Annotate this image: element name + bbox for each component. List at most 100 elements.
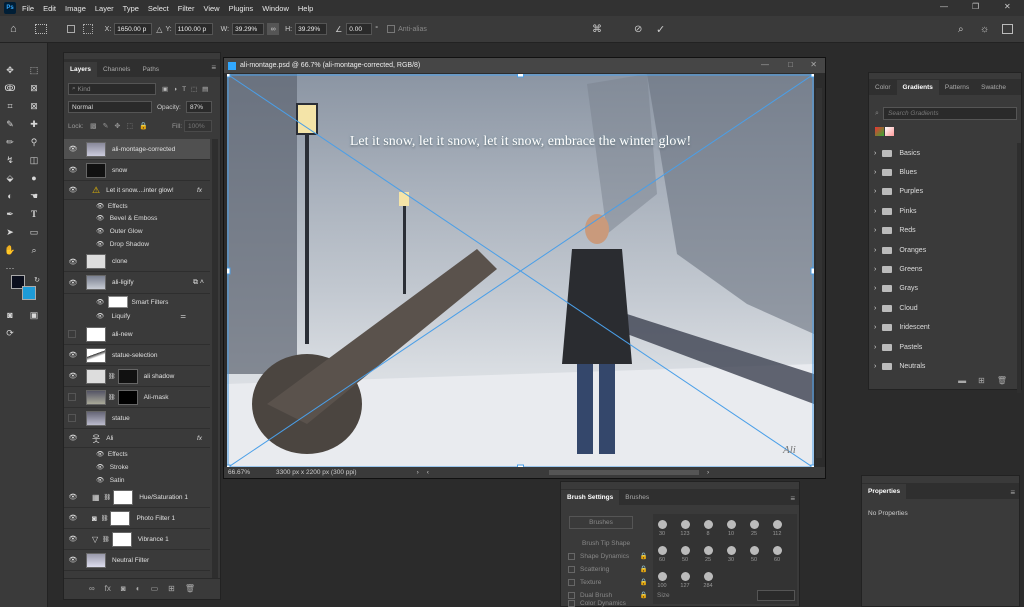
smart-filters-row[interactable]: 👁 Smart Filters	[96, 296, 168, 308]
brush-option[interactable]: Texture 🔒	[568, 576, 648, 588]
mask-thumbnail[interactable]	[111, 531, 132, 547]
mask-thumbnail[interactable]	[110, 510, 131, 526]
properties-menu-icon[interactable]: ≡	[1010, 488, 1015, 497]
brush-preset[interactable]: 25	[744, 513, 764, 537]
transform-handle[interactable]	[810, 74, 814, 78]
add-style-icon[interactable]: fx	[105, 584, 111, 593]
delete-gradient-icon[interactable]: 🗑	[997, 376, 1007, 385]
gradient-group-item[interactable]: › Oranges	[874, 241, 1020, 260]
layers-scrollbar[interactable]	[212, 139, 218, 579]
layer-row[interactable]: ali-new	[64, 324, 210, 345]
brush-preset[interactable]: 60	[767, 539, 787, 563]
gradient-group-item[interactable]: › Blues	[874, 163, 1020, 182]
scroll-right-icon[interactable]: ›	[707, 469, 709, 476]
visibility-eye-icon[interactable]: 👁	[68, 279, 78, 287]
restore-icon[interactable]: ❐	[972, 2, 979, 11]
layer-row[interactable]: 👁 ali-montage-corrected	[64, 139, 210, 160]
y-field[interactable]: 1100.00 p	[174, 23, 213, 35]
rectangle-tool-icon[interactable]: ▭	[27, 225, 41, 239]
chevron-right-icon[interactable]: ›	[874, 227, 876, 234]
search-icon[interactable]: ⌕	[958, 24, 964, 35]
layer-name[interactable]: snow	[112, 167, 127, 174]
visibility-eye-icon[interactable]: 👁	[68, 166, 78, 174]
zoom-level[interactable]: 66.67%	[228, 469, 262, 476]
antialias-checkbox[interactable]	[387, 25, 396, 33]
doc-maximize-icon[interactable]: □	[788, 60, 793, 69]
visibility-eye-icon[interactable]: 👁	[68, 556, 78, 564]
blur-tool-icon[interactable]: ●	[27, 171, 41, 185]
delta-icon[interactable]: △	[156, 25, 162, 34]
menu-plugins[interactable]: Plugins	[229, 4, 254, 13]
document-tab[interactable]: ali-montage.psd @ 66.7% (ali-montage-cor…	[224, 58, 825, 73]
layer-name[interactable]: ali shadow	[144, 373, 175, 380]
visibility-eye-icon[interactable]: 👁	[68, 372, 78, 380]
visibility-eye-icon[interactable]: 👁	[68, 258, 78, 266]
tab-brushes[interactable]: Brushes	[619, 490, 655, 505]
layer-filter-icons[interactable]: ▣◑T⬚▤	[162, 85, 213, 93]
menu-help[interactable]: Help	[298, 4, 313, 13]
brush-option[interactable]: Scattering 🔒	[568, 563, 648, 575]
tab-patterns[interactable]: Patterns	[939, 80, 975, 95]
visibility-eye-icon[interactable]	[68, 330, 76, 338]
clone-stamp-icon[interactable]: ⚲	[27, 135, 41, 149]
menu-image[interactable]: Image	[65, 4, 86, 13]
option-checkbox[interactable]	[568, 552, 575, 560]
new-group-icon[interactable]: ▭	[151, 584, 159, 593]
chevron-right-icon[interactable]: ›	[874, 363, 876, 370]
effect-item[interactable]: 👁 Stroke	[96, 463, 128, 472]
layer-row[interactable]: ⛓ Ali-mask	[64, 387, 210, 408]
brush-tip-shape[interactable]: Brush Tip Shape	[568, 537, 648, 549]
brush-preset[interactable]: 25	[698, 539, 718, 563]
new-layer-icon[interactable]: ⊞	[168, 584, 175, 593]
eraser-icon[interactable]: ◫	[27, 153, 41, 167]
tab-brush-settings[interactable]: Brush Settings	[561, 490, 620, 505]
brush-preset[interactable]: 50	[744, 539, 764, 563]
lock-icon[interactable]: 🔒	[640, 591, 648, 599]
tab-gradients[interactable]: Gradients	[896, 80, 939, 95]
gradient-group-item[interactable]: › Iridescent	[874, 318, 1020, 337]
brush-tool-icon[interactable]: ✏	[3, 135, 17, 149]
brush-option[interactable]: Color Dynamics	[568, 600, 648, 607]
eye-icon[interactable]: 👁	[96, 450, 104, 458]
doc-horizontal-scrollbar[interactable]	[548, 470, 699, 475]
background-color-swatch[interactable]	[22, 286, 36, 300]
layer-row[interactable]: 👁 ▦ ⛓ Hue/Saturation 1	[64, 487, 210, 508]
fill-field[interactable]: 100%	[184, 120, 212, 132]
doc-minimize-icon[interactable]: —	[761, 60, 769, 69]
tab-channels[interactable]: Channels	[97, 62, 136, 77]
brush-preset[interactable]: 10	[721, 513, 741, 537]
visibility-eye-icon[interactable]: 👁	[68, 535, 78, 543]
layer-name[interactable]: ali-ligify	[112, 279, 134, 286]
menu-edit[interactable]: Edit	[43, 4, 56, 13]
layer-name[interactable]: Let it snow....inter glow!	[106, 187, 174, 194]
blend-mode-select[interactable]: Normal	[68, 101, 152, 113]
chevron-right-icon[interactable]: ›	[874, 188, 876, 195]
angle-field[interactable]: 0.00	[346, 23, 373, 35]
brush-preset[interactable]: 112	[767, 513, 787, 537]
brush-preset[interactable]: 123	[675, 513, 695, 537]
menu-window[interactable]: Window	[262, 4, 289, 13]
crop-tool-icon[interactable]: ⌗	[3, 99, 17, 113]
width-field[interactable]: 39.29%	[232, 23, 265, 35]
history-brush-icon[interactable]: ↯	[3, 153, 17, 167]
tab-swatches[interactable]: Swatche	[975, 80, 1012, 95]
new-gradient-icon[interactable]: ⊞	[978, 376, 985, 385]
layer-row[interactable]: 👁 Neutral Filter	[64, 550, 210, 571]
object-select-icon[interactable]: ⊠	[27, 81, 41, 95]
add-mask-icon[interactable]: ◙	[121, 584, 126, 593]
gradient-group-item[interactable]: › Greens	[874, 260, 1020, 279]
chevron-right-icon[interactable]: ›	[874, 247, 876, 254]
brush-preset[interactable]: 30	[652, 513, 672, 537]
brush-preset[interactable]: 30	[721, 539, 741, 563]
brush-option[interactable]: Shape Dynamics 🔒	[568, 550, 648, 562]
doc-close-icon[interactable]: ✕	[810, 60, 817, 69]
delete-layer-icon[interactable]: 🗑	[185, 584, 195, 593]
chevron-right-icon[interactable]: ›	[874, 150, 876, 157]
layer-row[interactable]: 👁 ali-ligify ⧉ ˄	[64, 272, 210, 294]
eye-icon[interactable]: 👁	[96, 227, 104, 235]
eye-icon[interactable]: 👁	[96, 312, 104, 320]
smudge-icon[interactable]: ☚	[27, 189, 41, 203]
chevron-right-icon[interactable]: ›	[874, 266, 876, 273]
transform-handle[interactable]	[810, 267, 814, 275]
layer-row[interactable]: statue	[64, 408, 210, 429]
